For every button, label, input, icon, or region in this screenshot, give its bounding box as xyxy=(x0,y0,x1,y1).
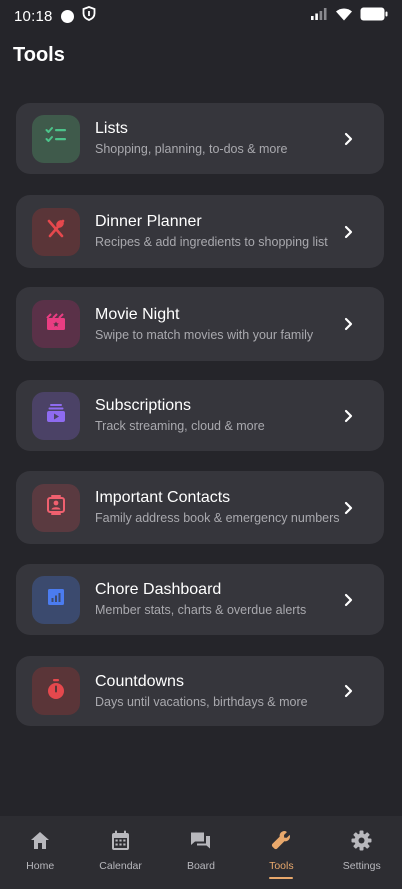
calendar-icon xyxy=(110,829,132,851)
nav-label: Home xyxy=(26,860,55,872)
battery-icon xyxy=(360,7,388,26)
chevron-right-icon xyxy=(344,132,353,145)
tool-text: Movie Night Swipe to match movies with y… xyxy=(95,305,384,344)
status-right xyxy=(310,7,388,26)
tool-subtitle: Track streaming, cloud & more xyxy=(95,419,265,433)
tool-text: Important Contacts Family address book &… xyxy=(95,488,384,527)
nav-label: Tools xyxy=(269,860,294,872)
gear-icon xyxy=(351,829,373,851)
notification-dot-icon xyxy=(60,9,74,23)
status-bar: 10:18 xyxy=(0,0,402,32)
nav-item-calendar[interactable]: Calendar xyxy=(81,829,161,872)
tool-card-subscriptions[interactable]: Subscriptions Track streaming, cloud & m… xyxy=(16,380,384,451)
tool-text: Countdowns Days until vacations, birthda… xyxy=(95,672,384,711)
chevron-right-icon xyxy=(344,501,353,514)
nav-item-board[interactable]: Board xyxy=(161,829,241,872)
shield-icon xyxy=(82,6,96,26)
tool-title: Chore Dashboard xyxy=(95,581,222,598)
movie-icon xyxy=(45,312,67,337)
home-icon xyxy=(29,829,51,851)
tool-icon-box xyxy=(32,207,80,256)
tool-title: Important Contacts xyxy=(95,489,231,506)
nav-item-settings[interactable]: Settings xyxy=(322,829,402,872)
tool-card-movie-night[interactable]: Movie Night Swipe to match movies with y… xyxy=(16,287,384,361)
active-tab-indicator xyxy=(269,877,294,879)
tool-subtitle: Family address book & emergency numbers xyxy=(95,511,340,525)
wifi-icon xyxy=(335,7,353,26)
status-time: 10:18 xyxy=(14,7,53,25)
tool-icon-box xyxy=(32,300,80,348)
tool-subtitle: Member stats, charts & overdue alerts xyxy=(95,603,307,617)
page-title: Tools xyxy=(13,44,65,66)
tool-icon-box xyxy=(32,575,80,624)
bottom-nav: Home Calendar Board Tools Settings xyxy=(0,816,402,889)
tool-card-important-contacts[interactable]: Important Contacts Family address book &… xyxy=(16,471,384,544)
nav-item-tools[interactable]: Tools xyxy=(241,829,321,879)
chevron-right-icon xyxy=(344,225,353,238)
chevron-right-icon xyxy=(344,684,353,698)
tool-text: Dinner Planner Recipes & add ingredients… xyxy=(95,212,384,251)
tool-text: Subscriptions Track streaming, cloud & m… xyxy=(95,396,384,435)
nav-item-home[interactable]: Home xyxy=(0,829,80,872)
subscriptions-icon xyxy=(45,402,67,429)
tool-icon-box xyxy=(32,483,80,532)
tool-card-countdowns[interactable]: Countdowns Days until vacations, birthda… xyxy=(16,656,384,726)
chevron-right-icon xyxy=(344,593,353,606)
tool-icon-box xyxy=(32,667,80,715)
timer-icon xyxy=(45,678,67,705)
tool-title: Lists xyxy=(95,120,128,137)
tool-card-lists[interactable]: Lists Shopping, planning, to-dos & more xyxy=(16,103,384,174)
checklist-icon xyxy=(45,126,67,151)
tool-card-chore-dashboard[interactable]: Chore Dashboard Member stats, charts & o… xyxy=(16,564,384,635)
tool-text: Lists Shopping, planning, to-dos & more xyxy=(95,119,384,158)
tool-subtitle: Shopping, planning, to-dos & more xyxy=(95,142,288,156)
chat-icon xyxy=(190,829,212,851)
tool-text: Chore Dashboard Member stats, charts & o… xyxy=(95,580,384,619)
tool-icon-box xyxy=(32,114,80,163)
utensils-icon xyxy=(45,218,67,245)
tool-subtitle: Days until vacations, birthdays & more xyxy=(95,694,308,709)
contact-card-icon xyxy=(46,494,66,521)
tool-card-dinner-planner[interactable]: Dinner Planner Recipes & add ingredients… xyxy=(16,195,384,268)
tool-subtitle: Swipe to match movies with your family xyxy=(95,327,314,342)
tool-icon-box xyxy=(32,391,80,440)
tool-title: Subscriptions xyxy=(95,397,192,414)
nav-label: Board xyxy=(186,860,215,872)
signal-icon xyxy=(310,7,328,25)
wrench-icon xyxy=(270,829,292,851)
status-left: 10:18 xyxy=(14,6,96,26)
tool-title: Dinner Planner xyxy=(95,213,202,230)
chevron-right-icon xyxy=(344,317,353,331)
nav-label: Settings xyxy=(342,860,381,872)
nav-label: Calendar xyxy=(99,860,142,872)
tool-subtitle: Recipes & add ingredients to shopping li… xyxy=(95,235,328,249)
tool-title: Movie Night xyxy=(95,305,180,323)
chevron-right-icon xyxy=(344,409,353,422)
tool-title: Countdowns xyxy=(95,672,184,690)
chart-icon xyxy=(46,587,66,612)
